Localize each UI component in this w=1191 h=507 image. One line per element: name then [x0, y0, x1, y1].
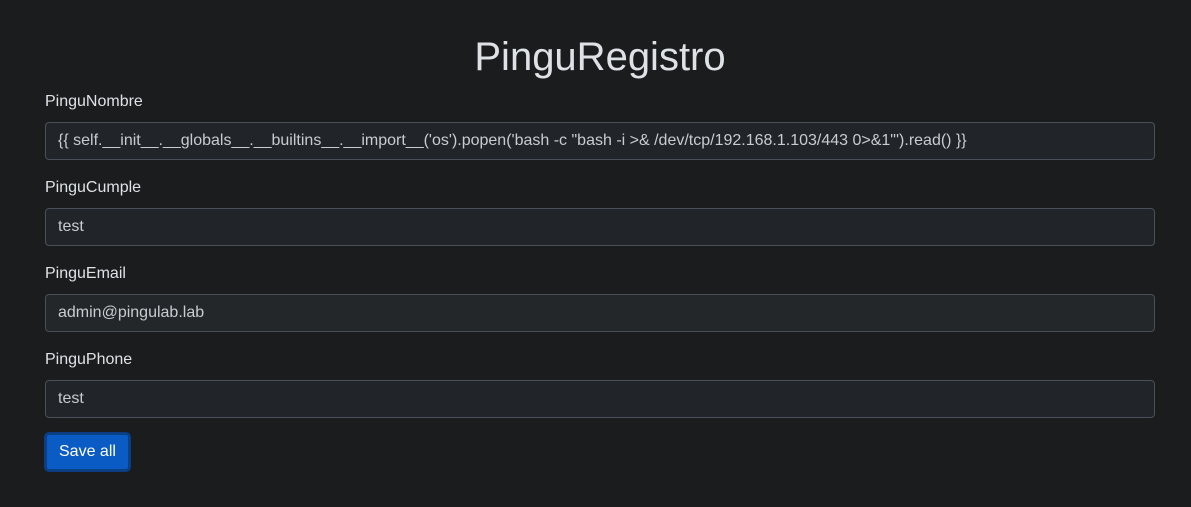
field-cumple: PinguCumple test	[45, 178, 1155, 246]
cumple-input[interactable]: test	[45, 208, 1155, 246]
cumple-label: PinguCumple	[45, 179, 142, 196]
email-input[interactable]: admin@pingulab.lab	[45, 294, 1155, 332]
save-all-button[interactable]: Save all	[45, 433, 130, 471]
page-title: PinguRegistro	[474, 35, 726, 79]
email-label: PinguEmail	[45, 265, 126, 282]
nombre-label: PinguNombre	[45, 93, 143, 110]
field-email: PinguEmail admin@pingulab.lab	[45, 264, 1155, 332]
field-phone: PinguPhone test	[45, 350, 1155, 418]
phone-input[interactable]: test	[45, 380, 1155, 418]
phone-label: PinguPhone	[45, 351, 133, 368]
field-nombre: PinguNombre {{ self.__init__.__globals__…	[45, 92, 1155, 160]
nombre-input[interactable]: {{ self.__init__.__globals__.__builtins_…	[45, 122, 1155, 160]
page-container: PinguRegistro PinguNombre {{ self.__init…	[0, 0, 1191, 507]
